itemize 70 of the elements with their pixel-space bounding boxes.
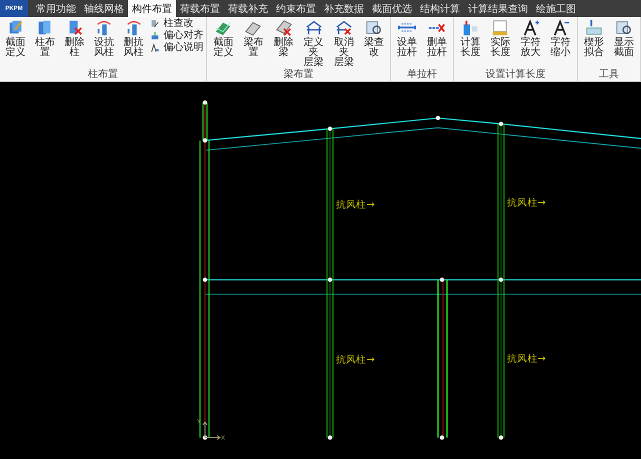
axis-icon [202,421,221,440]
fit-icon [584,19,603,37]
ribbon-tab[interactable]: 截面优选 [368,0,416,17]
ribbon-button[interactable]: 字符缩小 [546,18,576,59]
group-title: 梁布置 [282,69,315,81]
ribbon-button[interactable]: 删除柱 [60,18,90,59]
column-label: 抗风柱→ [336,354,375,366]
column-label: 抗风柱→ [507,198,546,209]
node-point [202,435,208,440]
node-point [202,278,208,282]
ribbon-button[interactable]: 楔形拟合 [578,18,609,59]
ribbon-tab[interactable]: 补充数据 [320,0,368,17]
group-title: 单拉杆 [406,69,438,81]
ribbon-button[interactable]: 偏心对齐 [150,30,204,42]
ribbon-button[interactable]: 梁布置 [238,18,269,59]
wind-column-icon [124,19,143,37]
ribbon-tab[interactable]: 构件布置 [128,0,176,17]
ribbon-tab[interactable]: 荷载补充 [224,0,272,17]
ribbon-button[interactable]: 柱查改 [150,18,204,30]
node-point [328,435,332,440]
ribbon-button[interactable]: 柱布置 [30,18,60,59]
magnifier-icon [614,19,633,37]
node-point [498,278,504,282]
ribbon-button[interactable]: 偏心说明 [150,42,204,54]
ribbon-tab[interactable]: 荷载布置 [176,0,224,17]
group-title: 工具 [598,69,620,81]
node-point [328,278,332,282]
length-icon [461,19,480,37]
node-point [436,116,440,120]
ribbon-button[interactable]: 取消夹层梁 [328,18,359,69]
ribbon-tab[interactable]: 约束布置 [272,0,320,17]
ribbon-button[interactable]: 字符放大 [516,18,546,59]
magnifier-icon [364,19,383,37]
note-icon [150,42,162,54]
node-point [202,138,208,143]
ribbon-button[interactable]: 设单拉杆 [392,18,422,59]
node-point [202,100,208,105]
ribbon-tab[interactable]: 绘施工图 [532,0,580,17]
ribbon-button[interactable]: 计算长度 [455,18,486,59]
group-title: 柱布置 [87,69,120,81]
ribbon-button[interactable]: 删除梁 [268,18,299,59]
ribbon-tab[interactable]: 常用功能 [32,0,80,17]
node-point [498,122,504,126]
ribbon-button[interactable]: 截面定义 [1,18,30,59]
edit-icon [150,18,162,30]
node-point [328,126,332,131]
font-decrease-icon [552,19,570,37]
ribbon-tab[interactable]: 结构计算 [416,0,464,17]
ribbon-tab[interactable]: 计算结果查询 [464,0,532,17]
group-title: 设置计算长度 [484,69,547,81]
delete-frame-icon [334,19,353,37]
node-point [440,278,444,282]
node-point [498,435,504,440]
ribbon-tab[interactable]: 轴线网格 [80,0,128,17]
ribbon-button[interactable]: 截面定义 [208,18,238,59]
font-increase-icon [522,19,540,37]
ribbon-button[interactable]: 显示截面 [608,18,640,59]
wind-column-icon [95,19,114,37]
frame-icon [304,19,323,37]
ribbon-button[interactable]: 删抗风柱 [118,18,148,59]
align-icon [150,30,162,42]
ribbon-button[interactable]: 设抗风柱 [89,18,119,59]
ribbon-button[interactable]: 实际长度 [485,18,516,59]
ribbon-button[interactable]: 梁查改 [358,18,390,59]
column-label: 抗风柱→ [507,354,546,365]
ribbon-button[interactable]: 定义夹层梁 [298,18,329,69]
rod-icon [398,23,416,32]
ribbon-button[interactable]: 删单拉杆 [422,18,452,59]
column-label: 抗风柱→ [336,200,375,211]
node-point [440,435,444,440]
